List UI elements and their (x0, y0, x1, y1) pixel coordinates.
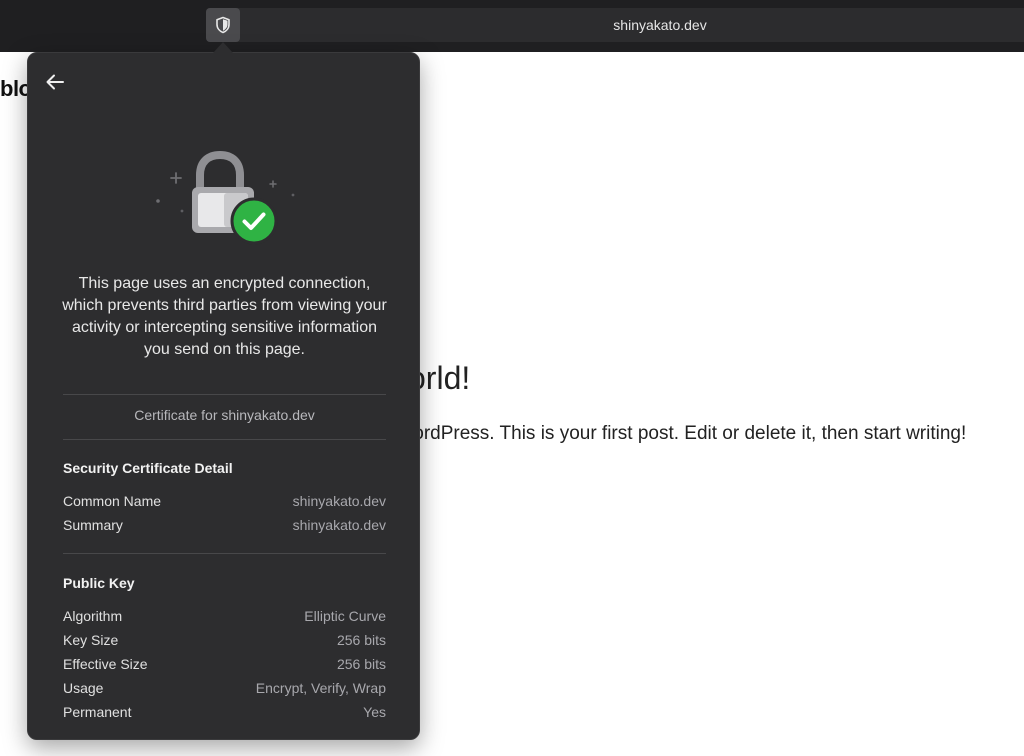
site-security-button[interactable] (206, 8, 240, 42)
divider (63, 394, 386, 395)
detail-label: Common Name (63, 493, 162, 509)
detail-label: Permanent (63, 704, 132, 720)
detail-row-key-size: Key Size 256 bits (63, 632, 386, 652)
detail-value: Yes (363, 704, 386, 720)
detail-label: Algorithm (63, 608, 123, 624)
divider (63, 439, 386, 440)
detail-row-usage: Usage Encrypt, Verify, Wrap (63, 680, 386, 700)
detail-row-common-name: Common Name shinyakato.dev (63, 493, 386, 513)
post-body-text: /ordPress. This is your first post. Edit… (408, 423, 967, 444)
detail-label: Usage (63, 680, 104, 696)
section-title-public-key: Public Key (63, 575, 135, 591)
detail-label: Summary (63, 517, 123, 533)
browser-toolbar: shinyakato.dev (0, 0, 1024, 52)
detail-row-summary: Summary shinyakato.dev (63, 517, 386, 537)
detail-value: shinyakato.dev (292, 493, 386, 509)
detail-value: 256 bits (336, 656, 386, 672)
certificate-for-link[interactable]: Certificate for shinyakato.dev (63, 407, 386, 423)
security-popover: This page uses an encrypted connection, … (27, 52, 420, 740)
detail-row-permanent: Permanent Yes (63, 704, 386, 724)
back-button[interactable] (42, 69, 68, 95)
encryption-description: This page uses an encrypted connection, … (62, 275, 387, 358)
address-url[interactable]: shinyakato.dev (206, 8, 1024, 42)
shield-icon (216, 16, 230, 34)
detail-value: 256 bits (336, 632, 386, 648)
detail-value: Elliptic Curve (304, 608, 386, 624)
popover-pointer (213, 42, 233, 53)
section-title-certificate-detail: Security Certificate Detail (63, 460, 233, 476)
detail-label: Effective Size (63, 656, 148, 672)
detail-row-effective-size: Effective Size 256 bits (63, 656, 386, 676)
back-arrow-icon (46, 74, 64, 90)
detail-label: Key Size (63, 632, 119, 648)
detail-value: shinyakato.dev (292, 517, 386, 533)
detail-row-algorithm: Algorithm Elliptic Curve (63, 608, 386, 628)
checkmark-badge-icon (230, 197, 278, 245)
divider (63, 553, 386, 554)
detail-value: Encrypt, Verify, Wrap (255, 680, 386, 696)
address-bar[interactable]: shinyakato.dev (206, 8, 1024, 42)
